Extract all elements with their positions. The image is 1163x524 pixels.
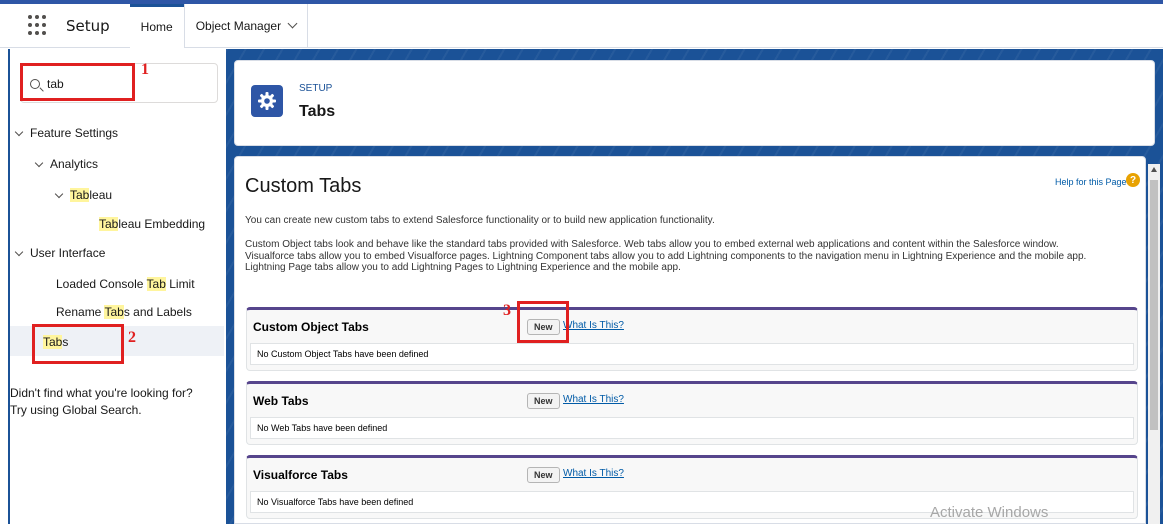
- tree-rename-tabs-and-labels[interactable]: Rename Tabs and Labels: [56, 305, 192, 319]
- tree-label: Limit: [165, 277, 195, 291]
- tab-object-manager[interactable]: Object Manager: [183, 3, 309, 48]
- chevron-down-icon: [14, 127, 24, 137]
- help-icon[interactable]: ?: [1126, 173, 1140, 187]
- new-button[interactable]: New: [527, 467, 560, 483]
- tab-object-manager-label: Object Manager: [195, 18, 282, 33]
- description-line: Custom Object tabs look and behave like …: [245, 239, 1059, 250]
- chevron-down-icon: [34, 158, 44, 168]
- annotation-number-1: 1: [141, 61, 149, 78]
- search-highlight: Tab: [99, 217, 119, 231]
- intro-paragraph: You can create new custom tabs to extend…: [245, 215, 715, 226]
- help-for-this-page-link[interactable]: Help for this Page: [1055, 177, 1127, 187]
- tree-label: leau: [89, 188, 113, 202]
- global-header: Setup Home Object Manager: [0, 3, 1163, 48]
- what-is-this-link[interactable]: What Is This?: [563, 320, 624, 331]
- what-is-this-link[interactable]: What Is This?: [563, 468, 624, 479]
- tree-label: Analytics: [50, 157, 99, 171]
- content-scrollbar[interactable]: [1148, 164, 1160, 524]
- tree-feature-settings[interactable]: Feature Settings: [14, 126, 119, 140]
- what-is-this-link[interactable]: What Is This?: [563, 394, 624, 405]
- annotation-box-1: [20, 63, 135, 101]
- scroll-thumb[interactable]: [1150, 180, 1158, 430]
- tab-home-label: Home: [140, 20, 173, 34]
- custom-tabs-content: Custom Tabs Help for this Page ? You can…: [234, 156, 1146, 524]
- tree-label: Rename: [56, 305, 105, 319]
- description-line: Visualforce tabs allow you to embed Visu…: [245, 250, 1087, 262]
- empty-message: No Web Tabs have been defined: [250, 417, 1134, 439]
- section-title: Web Tabs: [253, 394, 309, 408]
- tree-loaded-console-tab-limit[interactable]: Loaded Console Tab Limit: [56, 277, 195, 291]
- tree-tableau-embedding[interactable]: Tableau Embedding: [99, 217, 205, 231]
- setup-sidebar: tab 1 Feature Settings Analytics Tableau…: [8, 49, 224, 524]
- section-web-tabs: Web Tabs New What Is This? No Web Tabs h…: [246, 381, 1138, 445]
- tree-label: Feature Settings: [30, 126, 119, 140]
- section-title: Custom Object Tabs: [253, 320, 369, 334]
- description-paragraph: Custom Object tabs look and behave like …: [245, 239, 1135, 274]
- tab-home[interactable]: Home: [129, 3, 184, 48]
- new-button[interactable]: New: [527, 393, 560, 409]
- content-title: Custom Tabs: [245, 175, 362, 197]
- tree-analytics[interactable]: Analytics: [34, 157, 99, 171]
- tree-tableau[interactable]: Tableau: [54, 188, 113, 202]
- setup-eyebrow: SETUP: [299, 83, 333, 94]
- annotation-number-2: 2: [128, 329, 136, 346]
- annotation-box-3: [517, 301, 569, 343]
- scroll-up-icon[interactable]: [1151, 167, 1157, 172]
- help-line: Try using Global Search.: [10, 403, 142, 417]
- tree-label: User Interface: [30, 246, 106, 260]
- search-highlight: Tab: [146, 277, 166, 291]
- tree-user-interface[interactable]: User Interface: [14, 246, 106, 260]
- section-custom-object-tabs: Custom Object Tabs New What Is This? No …: [246, 307, 1138, 371]
- app-launcher-icon[interactable]: [28, 14, 50, 37]
- chevron-down-icon[interactable]: [287, 18, 298, 28]
- tree-label: leau Embedding: [118, 217, 206, 231]
- annotation-number-3: 3: [503, 302, 511, 319]
- search-highlight: Tab: [104, 305, 124, 319]
- chevron-down-icon: [14, 247, 24, 257]
- tree-label: s and Labels: [123, 305, 192, 319]
- activate-windows-watermark: Activate Windows: [930, 504, 1049, 521]
- annotation-box-2: [32, 324, 124, 364]
- description-line: Lightning Page tabs allow you to add Lig…: [245, 262, 681, 273]
- empty-message: No Custom Object Tabs have been defined: [250, 343, 1134, 365]
- page-title: Tabs: [299, 103, 336, 120]
- section-title: Visualforce Tabs: [253, 468, 348, 482]
- help-line: Didn't find what you're looking for?: [10, 386, 193, 400]
- chevron-down-icon: [54, 189, 64, 199]
- gear-icon: [251, 85, 283, 117]
- setup-page-header: SETUP Tabs: [234, 60, 1155, 146]
- search-highlight: Tab: [70, 188, 90, 202]
- sidebar-help-text: Didn't find what you're looking for? Try…: [10, 385, 224, 419]
- app-name: Setup: [66, 16, 110, 35]
- tree-label: Loaded Console: [56, 277, 147, 291]
